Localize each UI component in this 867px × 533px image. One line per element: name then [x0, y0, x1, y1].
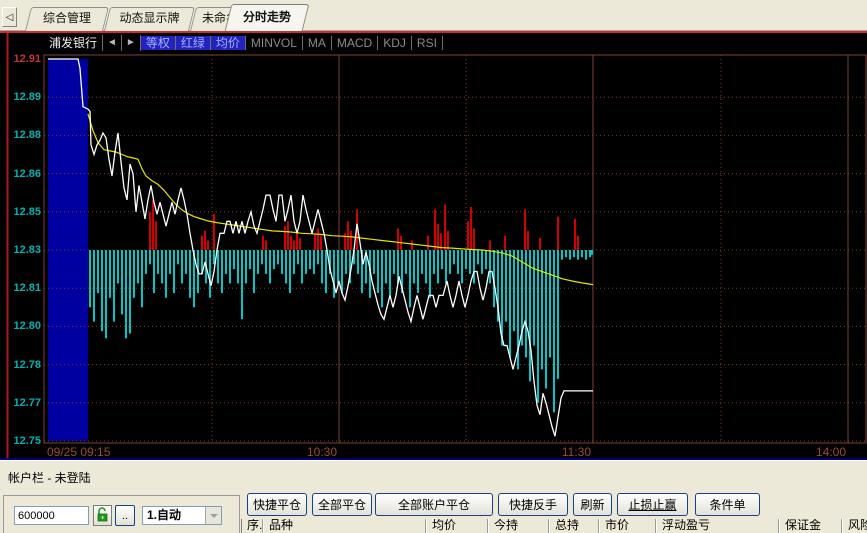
account-bar-panel: 帐户栏 - 未登陆 .. 1.自动 快捷平仓全部平仓全部账户平仓快捷反手刷新止损…	[0, 461, 867, 533]
price-axis-label: 12.80	[13, 320, 41, 333]
account-bar-caption: 帐户栏 - 未登陆	[8, 471, 91, 485]
next-stock-icon[interactable]: ►	[122, 35, 141, 51]
column-header-序..[interactable]: 序..	[242, 519, 263, 533]
column-header-均价[interactable]: 均价	[426, 519, 488, 533]
indicator-button-macd[interactable]: MACD	[331, 36, 379, 50]
tab-zonghe-guanli[interactable]: 综合管理	[28, 7, 106, 31]
chevron-down-icon	[205, 507, 221, 524]
time-axis-label: 10:30	[306, 445, 337, 459]
price-axis-label: 12.85	[13, 205, 41, 218]
column-header-风险[interactable]: 风险	[842, 519, 867, 533]
button-止损止赢[interactable]: 止损止赢	[617, 493, 688, 516]
indicator-button-等权[interactable]: 等权	[140, 36, 176, 50]
indicator-button-ma[interactable]: MA	[302, 36, 332, 50]
account-number-input[interactable]	[14, 506, 89, 525]
prev-stock-icon[interactable]: ◄	[103, 35, 122, 51]
browse-accounts-button[interactable]: ..	[115, 505, 135, 526]
indicator-button-minvol[interactable]: MINVOL	[245, 36, 303, 50]
time-axis-label: 09/25 09:15	[47, 445, 111, 459]
indicator-button-kdj[interactable]: KDJ	[378, 36, 412, 50]
column-header-总持[interactable]: 总持	[549, 519, 599, 533]
column-header-市价[interactable]: 市价	[599, 519, 656, 533]
price-axis-label: 12.75	[13, 435, 41, 447]
mode-dropdown-value: 1.自动	[147, 508, 182, 522]
tab-scroll-left-button[interactable]: ◁	[2, 7, 17, 27]
price-axis-label: 12.78	[13, 358, 41, 371]
button-刷新[interactable]: 刷新	[573, 493, 612, 516]
positions-table-header: 序..品种均价今持总持市价浮动盈亏保证金风险	[241, 519, 867, 533]
account-entry-panel: .. 1.自动	[3, 495, 240, 533]
button-快捷反手[interactable]: 快捷反手	[498, 493, 568, 516]
price-axis-label: 12.81	[13, 282, 41, 295]
unlock-icon	[97, 506, 108, 521]
column-header-保证金[interactable]: 保证金	[779, 519, 842, 533]
price-axis-label: 12.88	[13, 129, 41, 142]
indicator-button-rsi[interactable]: RSI	[411, 36, 443, 50]
avg-price-line	[87, 113, 594, 286]
plot-border	[43, 54, 867, 444]
price-axis-label: 12.86	[13, 167, 41, 180]
tab-dongtai-xianshipai[interactable]: 动态显示牌	[107, 7, 192, 31]
indicator-button-红绿[interactable]: 红绿	[175, 36, 211, 50]
button-全部账户平仓[interactable]: 全部账户平仓	[375, 493, 493, 516]
price-axis-label: 12.83	[13, 244, 41, 256]
column-header-今持[interactable]: 今持	[488, 519, 549, 533]
price-axis-label: 12.89	[13, 91, 41, 104]
button-条件单[interactable]: 条件单	[695, 493, 760, 516]
unlock-button[interactable]	[93, 505, 112, 526]
tab-bar: ◁ 综合管理 动态显示牌 未命名 分时走势	[0, 0, 867, 31]
mode-dropdown[interactable]: 1.自动	[142, 506, 222, 525]
app-window: ◁ 综合管理 动态显示牌 未命名 分时走势 浦发银行 ◄ ► 等权 红绿 均价 MIN…	[0, 0, 867, 533]
intraday-chart[interactable]	[0, 33, 867, 458]
price-axis-label: 12.77	[13, 396, 41, 409]
tab-fenshi-zoushi[interactable]: 分时走势	[228, 4, 306, 31]
button-快捷平仓[interactable]: 快捷平仓	[247, 493, 307, 516]
column-header-浮动盈亏[interactable]: 浮动盈亏	[656, 519, 779, 533]
price-axis-label: 12.91	[13, 53, 41, 65]
time-axis-label: 11:30	[561, 445, 591, 459]
column-header-品种[interactable]: 品种	[263, 519, 426, 533]
time-axis-label: 14:00	[815, 445, 846, 459]
chart-toolbar: 浦发银行 ◄ ► 等权 红绿 均价 MINVOL MA MACD KDJ RSI	[44, 35, 443, 51]
indicator-button-均价[interactable]: 均价	[210, 36, 246, 50]
intraday-chart-panel: 浦发银行 ◄ ► 等权 红绿 均价 MINVOL MA MACD KDJ RSI 12.91 1…	[0, 33, 867, 459]
stock-name: 浦发银行	[44, 35, 104, 51]
button-全部平仓[interactable]: 全部平仓	[312, 493, 372, 516]
